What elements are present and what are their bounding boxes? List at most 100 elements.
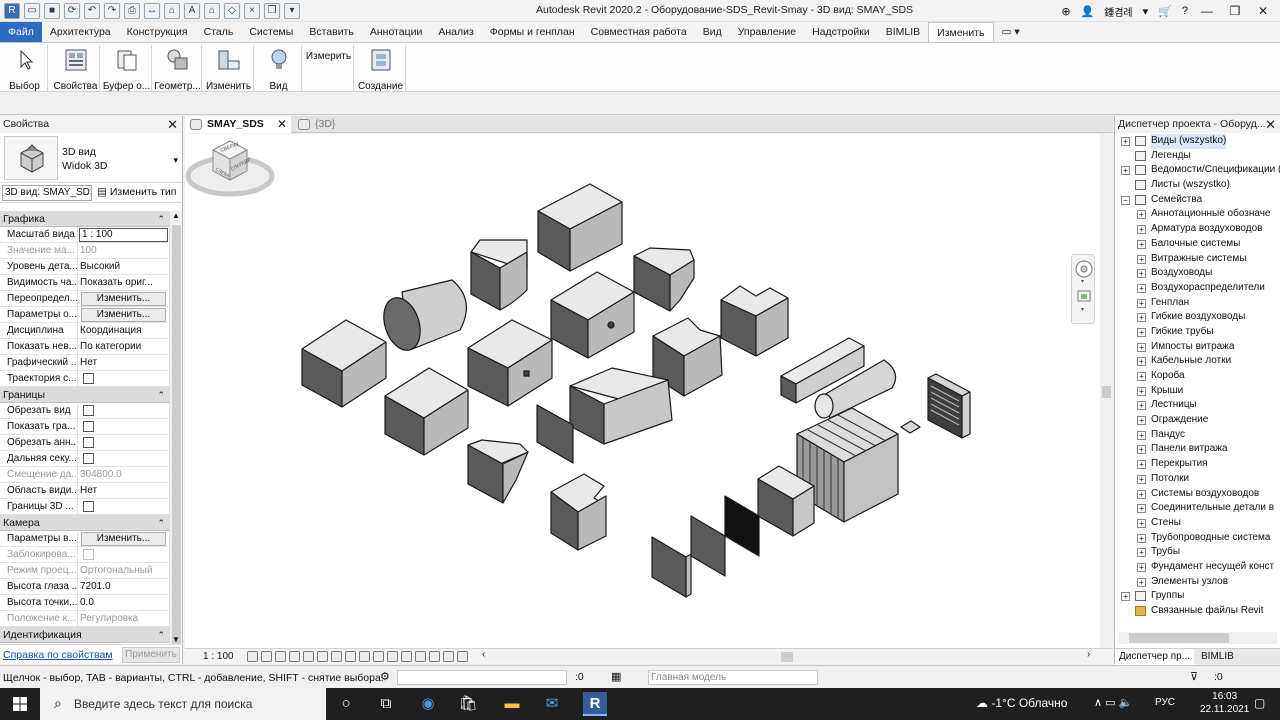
expand-node-icon[interactable]: + — [1137, 577, 1146, 587]
view-tab-smay-sds[interactable]: SMAY_SDS ✕ — [185, 116, 291, 133]
property-section-header[interactable]: Камера ⌃ — [0, 515, 169, 531]
browser-node[interactable]: + Системы воздуховодов — [1115, 487, 1280, 502]
temporary-hide-icon[interactable] — [359, 651, 370, 662]
browser-hscroll-thumb[interactable] — [1129, 633, 1229, 643]
browser-tab-project[interactable]: Диспетчер пр... — [1115, 649, 1195, 665]
ribbon-tab[interactable]: Надстройки — [804, 22, 878, 42]
browser-node[interactable]: + Витражные системы — [1115, 252, 1280, 267]
expand-node-icon[interactable]: + — [1137, 533, 1146, 543]
browser-node[interactable]: + Короба — [1115, 369, 1280, 384]
expand-node-icon[interactable]: + — [1137, 548, 1146, 558]
browser-node[interactable]: + Пандус — [1115, 428, 1280, 443]
canvas-scrollbar[interactable] — [1100, 134, 1113, 648]
filter-icon[interactable]: ⊽ — [1190, 670, 1198, 683]
expand-node-icon[interactable]: + — [1137, 210, 1146, 220]
expand-node-icon[interactable]: + — [1137, 416, 1146, 426]
view-scale[interactable]: 1 : 100 — [203, 651, 234, 662]
weather-widget[interactable]: ☁ -1°C Облачно — [976, 696, 1067, 710]
property-value[interactable]: Координация — [78, 323, 169, 338]
viewcube[interactable]: СВЕРХУ СЛЕВА СПЕРЕДИ — [185, 134, 275, 200]
ribbon-tab[interactable]: Изменить — [928, 22, 994, 42]
print-icon[interactable]: ⎙ — [124, 3, 140, 19]
browser-horizontal-scrollbar[interactable] — [1119, 632, 1277, 644]
reveal-hidden-icon[interactable] — [373, 651, 384, 662]
browser-node[interactable]: + Трубопроводные система — [1115, 531, 1280, 546]
measure-icon[interactable]: ↔ — [144, 3, 160, 19]
expand-node-icon[interactable]: + — [1137, 460, 1146, 470]
show-crop-icon[interactable] — [345, 651, 356, 662]
geometry-group[interactable]: Геометр... — [154, 45, 202, 92]
start-button[interactable] — [0, 688, 40, 720]
cart-icon[interactable]: 🛒 — [1158, 5, 1172, 18]
ribbon-tab[interactable]: Архитектура — [42, 22, 119, 42]
type-dropdown-icon[interactable]: ▾ — [173, 155, 178, 166]
browser-node[interactable]: + Кабельные лотки — [1115, 354, 1280, 369]
browser-node[interactable]: + Соединительные детали в — [1115, 501, 1280, 516]
temporary-view-properties-icon[interactable] — [401, 651, 412, 662]
scroll-down-icon[interactable]: ▼ — [172, 635, 180, 644]
property-checkbox[interactable] — [83, 437, 94, 448]
browser-node[interactable]: Листы (wszystko) — [1115, 178, 1280, 193]
browser-node[interactable]: + Воздухораспределители — [1115, 281, 1280, 296]
browser-node[interactable]: + Арматура воздуховодов — [1115, 222, 1280, 237]
browser-node[interactable]: Легенды — [1115, 149, 1280, 164]
expand-node-icon[interactable]: + — [1137, 269, 1146, 279]
nav-dropdown-icon[interactable]: ▾ — [1081, 278, 1084, 285]
collapse-icon[interactable]: ⌃ — [157, 211, 165, 227]
qat-dropdown-icon[interactable]: ▾ — [284, 3, 300, 19]
ribbon-tab[interactable]: Формы и генплан — [482, 22, 583, 42]
properties-scroll-thumb[interactable] — [172, 225, 181, 645]
mail-icon[interactable]: ✉ — [540, 692, 564, 716]
render-icon[interactable] — [303, 651, 314, 662]
expand-node-icon[interactable]: + — [1137, 401, 1146, 411]
redo-icon[interactable]: ↷ — [104, 3, 120, 19]
browser-node[interactable]: + Генплан — [1115, 296, 1280, 311]
store-icon[interactable]: 🛍 — [456, 692, 480, 716]
ribbon-tab[interactable]: Аннотации — [362, 22, 431, 42]
visual-style-icon[interactable] — [261, 651, 272, 662]
property-value[interactable]: По категории — [78, 339, 169, 354]
expand-node-icon[interactable]: + — [1137, 298, 1146, 308]
3d-view-canvas[interactable]: СВЕРХУ СЛЕВА СПЕРЕДИ ▾ ▾ — [185, 134, 1100, 648]
tray-icons[interactable]: ∧ ▭ 🔈 — [1094, 696, 1132, 709]
switch-windows-icon[interactable]: ❐ — [264, 3, 280, 19]
edit-property-button[interactable]: Изменить... — [81, 308, 166, 322]
hide-analytical-icon[interactable] — [457, 651, 468, 662]
view-tab-close-icon[interactable]: ✕ — [277, 116, 287, 133]
highlight-displacement-icon[interactable] — [415, 651, 426, 662]
view-tab-3d[interactable]: {3D} — [293, 116, 373, 133]
reveal-constraints-icon[interactable] — [429, 651, 440, 662]
property-checkbox[interactable] — [83, 421, 94, 432]
expand-node-icon[interactable]: + — [1137, 283, 1146, 293]
project-browser-close-icon[interactable]: ✕ — [1265, 116, 1276, 133]
expand-node-icon[interactable]: + — [1121, 166, 1130, 176]
browser-node[interactable]: + Фундамент несущей конст — [1115, 560, 1280, 575]
expand-node-icon[interactable]: + — [1137, 518, 1146, 528]
property-section-header[interactable]: Границы ⌃ — [0, 387, 169, 403]
task-view-icon[interactable]: ⧉ — [374, 692, 398, 716]
browser-node[interactable]: + Стены — [1115, 516, 1280, 531]
scroll-up-icon[interactable]: ▲ — [172, 211, 180, 220]
expand-node-icon[interactable]: + — [1137, 474, 1146, 484]
worksets-icon[interactable]: ⚙ — [380, 670, 390, 683]
browser-node[interactable]: + Панели витража — [1115, 442, 1280, 457]
expand-node-icon[interactable]: + — [1137, 445, 1146, 455]
zoom-dropdown-icon[interactable]: ▾ — [1081, 306, 1084, 313]
collapse-node-icon[interactable]: − — [1121, 195, 1130, 205]
collapse-icon[interactable]: ⌃ — [157, 515, 165, 531]
browser-node[interactable]: + Аннотационные обозначе — [1115, 207, 1280, 222]
edit-property-button[interactable]: Изменить... — [81, 532, 166, 546]
property-value[interactable]: Нет — [78, 483, 169, 498]
close-windows-icon[interactable]: × — [244, 3, 260, 19]
detail-level-icon[interactable] — [247, 651, 258, 662]
open-icon[interactable]: ▭ — [24, 3, 40, 19]
revit-r-icon[interactable]: R — [4, 3, 20, 19]
browser-node[interactable]: + Потолки — [1115, 472, 1280, 487]
steering-wheel-icon[interactable] — [1075, 260, 1093, 278]
browser-node[interactable]: + Перекрытия — [1115, 457, 1280, 472]
shadows-icon[interactable] — [289, 651, 300, 662]
property-value[interactable]: 7201.0 — [78, 579, 169, 594]
property-input[interactable]: 1 : 100 — [79, 228, 168, 242]
expand-node-icon[interactable]: + — [1121, 137, 1130, 146]
ribbon-tab[interactable]: Конструкция — [119, 22, 196, 42]
